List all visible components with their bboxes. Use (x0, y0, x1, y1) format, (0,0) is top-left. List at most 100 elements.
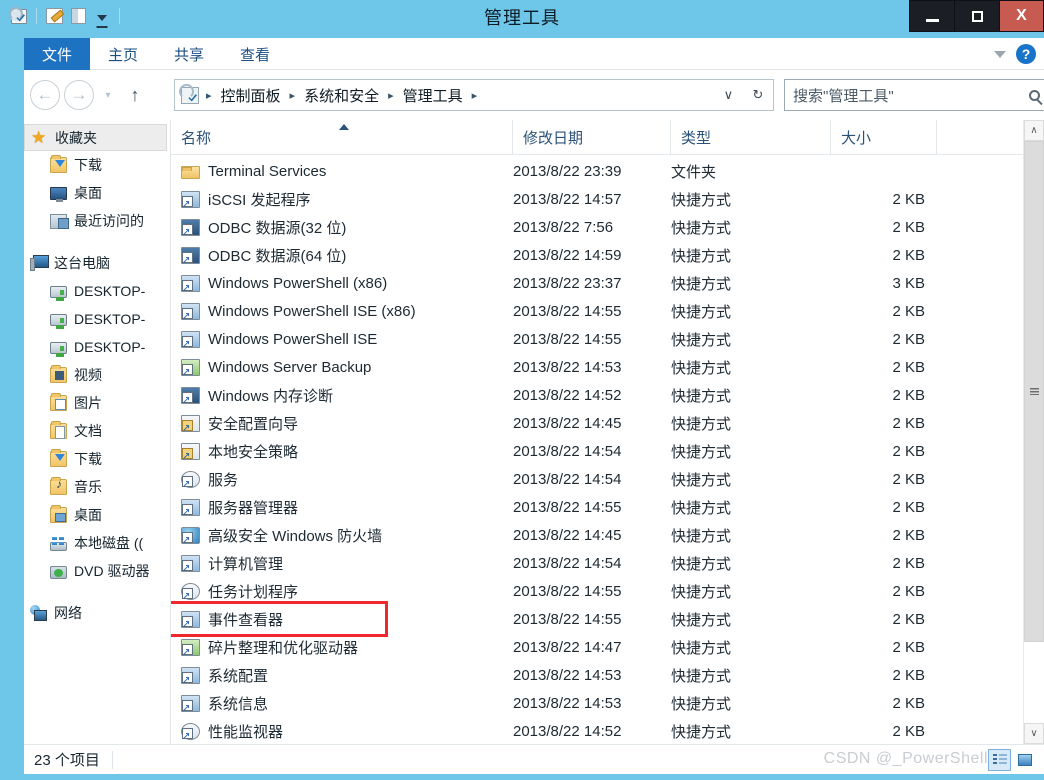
table-row[interactable]: 系统配置 2013/8/22 14:53 快捷方式 2 KB (171, 661, 1044, 689)
table-row[interactable]: 安全配置向导 2013/8/22 14:45 快捷方式 2 KB (171, 409, 1044, 437)
sidebar-item-desktop[interactable]: 桌面 (24, 501, 170, 529)
table-row[interactable]: 计算机管理 2013/8/22 14:54 快捷方式 2 KB (171, 549, 1044, 577)
navigation-buttons: ← → ▾ ↑ (30, 80, 148, 110)
search-icon[interactable] (1029, 89, 1040, 101)
sidebar-label-desktop-share-3: DESKTOP- (74, 339, 146, 355)
sidebar-item-downloads-fav[interactable]: 下载 (24, 151, 170, 179)
sidebar-item-music[interactable]: 音乐 (24, 473, 170, 501)
table-row[interactable]: Windows PowerShell ISE (x86) 2013/8/22 1… (171, 297, 1044, 325)
recent-locations-button[interactable]: ▾ (98, 80, 118, 110)
table-row[interactable]: Windows 内存诊断 2013/8/22 14:52 快捷方式 2 KB (171, 381, 1044, 409)
sidebar-item-desktop-share-3[interactable]: DESKTOP- (24, 333, 170, 361)
sidebar-item-pictures[interactable]: 图片 (24, 389, 170, 417)
table-row[interactable]: 服务器管理器 2013/8/22 14:55 快捷方式 2 KB (171, 493, 1044, 521)
breadcrumb-sep-2[interactable]: ▸ (385, 89, 397, 102)
sidebar-item-videos[interactable]: 视频 (24, 361, 170, 389)
table-row[interactable]: 任务计划程序 2013/8/22 14:55 快捷方式 2 KB (171, 577, 1044, 605)
back-button[interactable]: ← (30, 80, 60, 110)
tab-home[interactable]: 主页 (90, 38, 156, 70)
table-row[interactable]: Windows Server Backup 2013/8/22 14:53 快捷… (171, 353, 1044, 381)
file-size: 2 KB (892, 330, 925, 348)
file-name-cell: 碎片整理和优化驱动器 (171, 637, 513, 658)
column-header-date[interactable]: 修改日期 (513, 120, 671, 154)
file-name-cell: Terminal Services (171, 163, 513, 180)
sidebar-item-desktop-share-2[interactable]: DESKTOP- (24, 305, 170, 333)
table-row[interactable]: 碎片整理和优化驱动器 2013/8/22 14:47 快捷方式 2 KB (171, 633, 1044, 661)
sidebar-item-network[interactable]: 网络 (24, 599, 170, 627)
breadcrumb-sep-0[interactable]: ▸ (203, 89, 215, 102)
file-name-cell: iSCSI 发起程序 (171, 189, 513, 210)
column-header-name[interactable]: 名称 (171, 120, 513, 154)
breadcrumb[interactable]: ▸ 控制面板 ▸ 系统和安全 ▸ 管理工具 ▸ (174, 79, 744, 111)
table-row[interactable]: Windows PowerShell ISE 2013/8/22 14:55 快… (171, 325, 1044, 353)
file-name: 高级安全 Windows 防火墙 (208, 527, 383, 545)
breadcrumb-item-system-security[interactable]: 系统和安全 (300, 85, 383, 106)
breadcrumb-sep-1[interactable]: ▸ (287, 89, 299, 102)
sidebar-item-desktop-share-1[interactable]: DESKTOP- (24, 277, 170, 305)
table-row[interactable]: iSCSI 发起程序 2013/8/22 14:57 快捷方式 2 KB (171, 185, 1044, 213)
table-row[interactable]: 系统信息 2013/8/22 14:53 快捷方式 2 KB (171, 689, 1044, 717)
server-share-icon (50, 341, 67, 357)
scroll-track[interactable] (1024, 141, 1044, 723)
server-share-icon (50, 285, 67, 301)
breadcrumb-item-control-panel[interactable]: 控制面板 (217, 85, 285, 106)
breadcrumb-sep-3[interactable]: ▸ (469, 89, 481, 102)
search-input[interactable]: 搜索"管理工具" (784, 79, 1044, 111)
folder-icon (181, 166, 200, 179)
scroll-down-button[interactable]: ∨ (1024, 723, 1044, 744)
tab-file[interactable]: 文件 (24, 38, 91, 70)
folder-download-icon (50, 155, 67, 173)
file-date: 2013/8/22 23:39 (513, 162, 622, 180)
table-row[interactable]: ODBC 数据源(64 位) 2013/8/22 14:59 快捷方式 2 KB (171, 241, 1044, 269)
table-row[interactable]: 本地安全策略 2013/8/22 14:54 快捷方式 2 KB (171, 437, 1044, 465)
file-name-cell: 高级安全 Windows 防火墙 (171, 525, 513, 546)
maximize-button[interactable] (954, 0, 999, 32)
chevron-down-icon[interactable] (994, 50, 1006, 58)
sidebar-label-documents: 文档 (74, 423, 102, 439)
scroll-up-button[interactable]: ∧ (1024, 120, 1044, 141)
column-label-type: 类型 (681, 129, 712, 147)
column-header-type[interactable]: 类型 (671, 120, 831, 154)
file-name: ODBC 数据源(64 位) (208, 247, 347, 265)
table-row[interactable]: Windows PowerShell (x86) 2013/8/22 23:37… (171, 269, 1044, 297)
sidebar-item-this-pc[interactable]: 这台电脑 (24, 249, 170, 277)
up-button[interactable]: ↑ (122, 80, 148, 110)
history-dropdown-icon[interactable]: ∨ (724, 87, 734, 103)
tab-share[interactable]: 共享 (156, 38, 222, 70)
file-name: Windows PowerShell ISE (x86) (208, 302, 416, 320)
vertical-scrollbar[interactable]: ∧ ∨ (1023, 120, 1044, 744)
sidebar-item-documents[interactable]: 文档 (24, 417, 170, 445)
details-view-button[interactable] (988, 749, 1011, 771)
forward-button[interactable]: → (64, 80, 94, 110)
file-name-cell: 任务计划程序 (171, 581, 513, 602)
file-name-cell: 服务 (171, 469, 513, 490)
breadcrumb-item-admin-tools[interactable]: 管理工具 (399, 85, 467, 106)
file-type: 快捷方式 (671, 499, 732, 517)
table-row[interactable]: 高级安全 Windows 防火墙 2013/8/22 14:45 快捷方式 2 … (171, 521, 1044, 549)
table-row[interactable]: Terminal Services 2013/8/22 23:39 文件夹 (171, 157, 1044, 185)
sidebar-item-desktop-fav[interactable]: 桌面 (24, 179, 170, 207)
close-button[interactable]: X (999, 0, 1044, 32)
sidebar-item-dvd-drive[interactable]: DVD 驱动器 (24, 557, 170, 585)
column-header-size[interactable]: 大小 (831, 120, 937, 154)
scroll-thumb[interactable] (1024, 141, 1044, 642)
minimize-button[interactable] (909, 0, 954, 32)
tab-view[interactable]: 查看 (222, 38, 288, 70)
table-row[interactable]: 性能监视器 2013/8/22 14:52 快捷方式 2 KB (171, 717, 1044, 744)
table-row[interactable]: ODBC 数据源(32 位) 2013/8/22 7:56 快捷方式 2 KB (171, 213, 1044, 241)
file-size: 2 KB (892, 498, 925, 516)
refresh-icon[interactable]: ↻ (752, 87, 763, 103)
sidebar-item-recent-places[interactable]: 最近访问的 (24, 207, 170, 235)
table-row[interactable]: 服务 2013/8/22 14:54 快捷方式 2 KB (171, 465, 1044, 493)
file-date: 2013/8/22 14:52 (513, 386, 622, 404)
table-row-event-viewer[interactable]: 事件查看器 2013/8/22 14:55 快捷方式 2 KB (171, 601, 1044, 637)
sidebar-item-downloads[interactable]: 下载 (24, 445, 170, 473)
sidebar-item-favorites[interactable]: ★ 收藏夹 (24, 124, 167, 151)
shortcut-icon (181, 498, 200, 518)
help-icon[interactable]: ? (1016, 44, 1036, 64)
file-type: 快捷方式 (671, 583, 732, 601)
sidebar-item-local-disk[interactable]: 本地磁盘 (( (24, 529, 170, 557)
file-type: 快捷方式 (671, 247, 732, 265)
large-icons-view-button[interactable] (1013, 749, 1036, 771)
file-size: 3 KB (892, 274, 925, 292)
